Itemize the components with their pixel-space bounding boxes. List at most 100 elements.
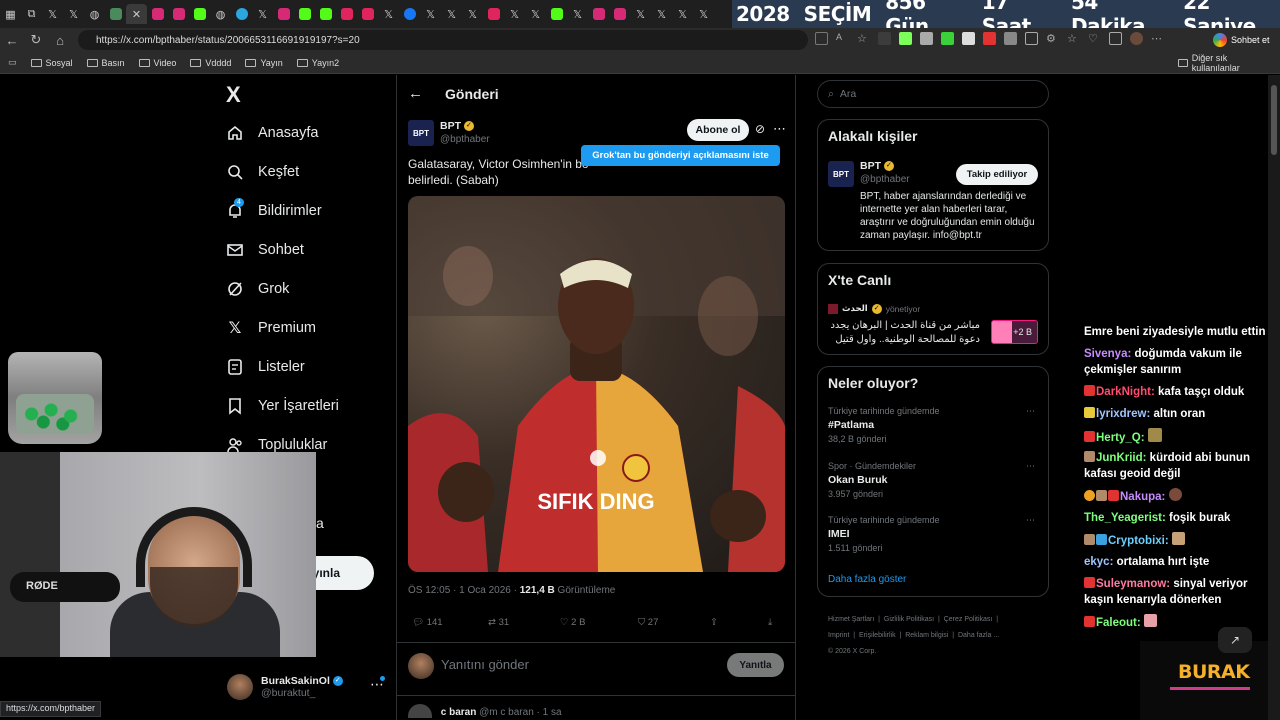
performance-icon[interactable]: ♡	[1088, 32, 1101, 45]
tab-x[interactable]: 𝕏	[252, 4, 273, 24]
read-aloud-icon[interactable]: A	[836, 32, 849, 45]
split-screen-icon[interactable]	[1025, 32, 1038, 45]
favorite-star-icon[interactable]: ☆	[857, 32, 870, 45]
extension-icon[interactable]	[962, 32, 975, 45]
bookmark-folder[interactable]: Yayın2	[296, 58, 339, 68]
url-input[interactable]: https://x.com/bpthaber/status/2006653116…	[78, 30, 808, 50]
tab-x[interactable]: 𝕏	[504, 4, 525, 24]
footer-link[interactable]: Gizlilik Politikası	[884, 616, 934, 623]
tab-instagram[interactable]	[588, 4, 609, 24]
author-handle[interactable]: @bpthaber	[440, 134, 490, 145]
nav-item-chat[interactable]: Sohbet	[226, 241, 304, 259]
tab-x[interactable]: 𝕏	[672, 4, 693, 24]
share-icon[interactable]: ⇪	[710, 617, 718, 628]
extension-icon[interactable]	[878, 32, 891, 45]
live-host-row[interactable]: الحدث ✓ yönetiyor	[828, 303, 920, 314]
live-text-line1[interactable]: مباشر من قناة الحدث | البرهان يجدد	[828, 320, 980, 331]
tab-instagram[interactable]	[168, 4, 189, 24]
account-switcher[interactable]: BurakSakinOl ✓ @buraktut_ ⋯	[227, 672, 387, 702]
trend-item[interactable]: Türkiye tarihinde gündemde #Patlama 38,2…	[828, 406, 1040, 444]
settings-icon[interactable]: ⚙	[1046, 32, 1059, 45]
subscribe-button[interactable]: Abone ol	[687, 119, 749, 141]
tab-actions-icon[interactable]: ▭	[8, 57, 17, 68]
related-avatar[interactable]: BPT	[828, 161, 854, 187]
footer-link[interactable]: Hizmet Şartları	[828, 616, 874, 623]
grok-explain-icon[interactable]: ⊘	[755, 122, 765, 136]
tab-x[interactable]: 𝕏	[567, 4, 588, 24]
tab-youtube[interactable]	[483, 4, 504, 24]
tab-x[interactable]: 𝕏	[441, 4, 462, 24]
nav-item-explore[interactable]: Keşfet	[226, 163, 299, 181]
bookmark-folder[interactable]: Yayın	[245, 58, 283, 68]
x-logo[interactable]: X	[226, 82, 241, 108]
reply-button[interactable]: Yanıtla	[727, 653, 784, 677]
tab-kick[interactable]	[189, 4, 210, 24]
app-icon[interactable]	[815, 32, 828, 45]
tab-kick[interactable]	[546, 4, 567, 24]
profile-avatar[interactable]	[1130, 32, 1143, 45]
trend-more-icon[interactable]: ⋯	[1026, 406, 1035, 417]
extension-icon[interactable]	[899, 32, 912, 45]
tab-edge[interactable]	[231, 4, 252, 24]
footer-link[interactable]: Erişilebilirlik	[859, 632, 896, 639]
tab-kick[interactable]	[294, 4, 315, 24]
tab-x[interactable]: 𝕏	[462, 4, 483, 24]
extension-icon[interactable]	[983, 32, 996, 45]
live-listeners[interactable]: +2 B	[991, 320, 1038, 344]
trend-item[interactable]: Türkiye tarihinde gündemde IMEI 1.511 gö…	[828, 515, 1040, 553]
extension-icon[interactable]	[1004, 32, 1017, 45]
home-icon[interactable]: ⌂	[48, 33, 72, 48]
bookmark-action[interactable]: ⛉ 27	[638, 617, 658, 628]
live-text-line2[interactable]: دعوة للمصالحة الوطنية.. وأول قتيل	[828, 334, 980, 345]
tab-kick[interactable]	[315, 4, 336, 24]
tab-x[interactable]: 𝕏	[693, 4, 714, 24]
tab-instagram[interactable]	[609, 4, 630, 24]
footer-link[interactable]: Imprint	[828, 632, 849, 639]
nav-item-notifications[interactable]: 4 Bildirimler	[226, 198, 322, 220]
tab-globe[interactable]: ◍	[84, 4, 105, 24]
reply-input[interactable]: Yanıtını gönder	[441, 657, 711, 672]
nav-item-lists[interactable]: Listeler	[226, 358, 305, 376]
post-more-icon[interactable]: ⋯	[773, 121, 786, 137]
post-image[interactable]: SIFIK DING	[408, 196, 785, 572]
more-icon[interactable]: ⋯	[1151, 32, 1164, 45]
tab-active-close[interactable]: ✕	[126, 4, 147, 24]
tab-instagram[interactable]	[273, 4, 294, 24]
footer-link[interactable]: Çerez Politikası	[944, 616, 993, 623]
tab-grid-icon[interactable]: ▦	[0, 4, 21, 24]
download-icon[interactable]: ⤓	[768, 617, 772, 628]
following-button[interactable]: Takip ediliyor	[956, 164, 1038, 185]
tab-copy-icon[interactable]: ⧉	[21, 4, 42, 24]
tab-youtube[interactable]	[336, 4, 357, 24]
trend-more-icon[interactable]: ⋯	[1026, 461, 1035, 472]
search-box[interactable]: ⌕ Ara	[817, 80, 1049, 108]
next-reply[interactable]: c baran @m c baran · 1 sa	[408, 704, 785, 720]
footer-link[interactable]: Reklam bilgisi	[905, 632, 948, 639]
scrollbar-thumb[interactable]	[1271, 85, 1277, 155]
trend-more-icon[interactable]: ⋯	[1026, 515, 1035, 526]
nav-item-bookmarks[interactable]: Yer İşaretleri	[226, 397, 339, 415]
bookmark-folder[interactable]: Sosyal	[30, 58, 73, 68]
tab-app[interactable]	[105, 4, 126, 24]
collections-icon[interactable]	[1109, 32, 1122, 45]
bookmark-folder[interactable]: Video	[138, 58, 176, 68]
tab-x[interactable]: 𝕏	[63, 4, 84, 24]
back-arrow-icon[interactable]: ←	[408, 85, 423, 102]
back-icon[interactable]: ←	[0, 33, 24, 48]
favorites-icon[interactable]: ☆	[1067, 32, 1080, 45]
tab-x[interactable]: 𝕏	[525, 4, 546, 24]
nav-item-premium[interactable]: 𝕏 Premium	[226, 319, 316, 337]
tab-x[interactable]: 𝕏	[42, 4, 63, 24]
like-action[interactable]: ♡ 2 B	[560, 617, 585, 628]
copilot-chat-button[interactable]: Sohbet et	[1213, 31, 1275, 49]
show-more-link[interactable]: Daha fazla göster	[828, 574, 906, 585]
tab-facebook[interactable]	[399, 4, 420, 24]
nav-item-grok[interactable]: Grok	[226, 280, 289, 298]
tab-instagram[interactable]	[147, 4, 168, 24]
reply-action[interactable]: 💬︎ 141	[412, 617, 443, 628]
tab-x[interactable]: 𝕏	[378, 4, 399, 24]
other-bookmarks[interactable]: Diğer sık kullanılanlar	[1178, 53, 1266, 73]
extension-icon[interactable]	[941, 32, 954, 45]
trend-item[interactable]: Spor · Gündemdekiler Okan Buruk 3.957 gö…	[828, 461, 1040, 499]
nav-partial-label[interactable]: a	[316, 515, 324, 531]
